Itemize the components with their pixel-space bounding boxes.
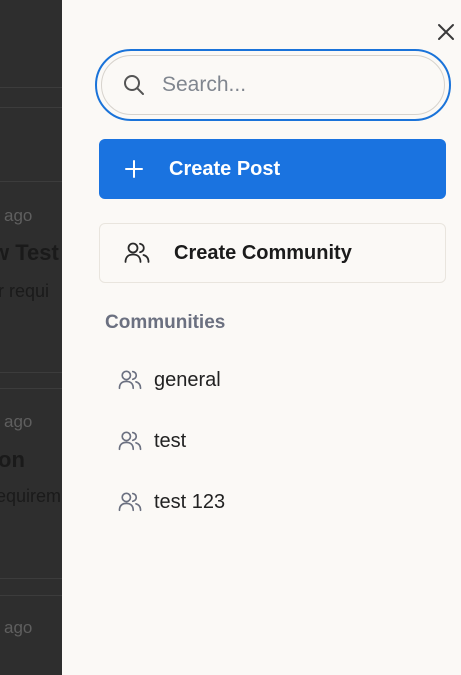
create-post-label: Create Post — [169, 157, 281, 180]
users-icon — [118, 370, 142, 390]
communities-heading: Communities — [105, 312, 226, 333]
close-drawer-button[interactable] — [434, 20, 458, 44]
background-overlay[interactable]: ago w Test r requi ago on equirem ago — [0, 0, 62, 675]
post-snippet: r requi — [0, 281, 50, 301]
community-item-test[interactable]: test — [118, 426, 186, 456]
create-post-button[interactable]: Create Post — [99, 139, 446, 199]
community-name: general — [154, 368, 221, 391]
feed-divider — [0, 578, 62, 579]
feed-divider — [0, 388, 62, 389]
post-snippet: equirem — [0, 486, 62, 506]
community-name: test 123 — [154, 490, 226, 513]
community-name: test — [154, 429, 187, 452]
search-field-container[interactable] — [101, 55, 445, 115]
users-icon — [118, 492, 142, 512]
post-timestamp: ago — [4, 206, 33, 225]
post-timestamp: ago — [4, 412, 33, 431]
post-title: w Test — [0, 240, 59, 265]
search-icon — [124, 75, 144, 95]
community-item-general[interactable]: general — [118, 365, 221, 395]
feed-divider — [0, 181, 62, 182]
users-icon — [118, 431, 142, 451]
search-input[interactable] — [162, 73, 412, 97]
create-community-label: Create Community — [174, 241, 352, 264]
side-drawer: Create Post Create Community Communities… — [62, 0, 461, 675]
create-community-button[interactable]: Create Community — [99, 223, 446, 283]
feed-divider — [0, 372, 62, 373]
search-box — [95, 49, 451, 121]
post-timestamp: ago — [4, 618, 33, 637]
community-item-test-123[interactable]: test 123 — [118, 487, 225, 517]
post-title: on — [0, 447, 25, 472]
feed-divider — [0, 595, 62, 596]
feed-divider — [0, 87, 62, 88]
feed-divider — [0, 107, 62, 108]
close-icon — [438, 24, 454, 40]
plus-icon — [125, 160, 143, 178]
users-icon — [124, 242, 150, 263]
